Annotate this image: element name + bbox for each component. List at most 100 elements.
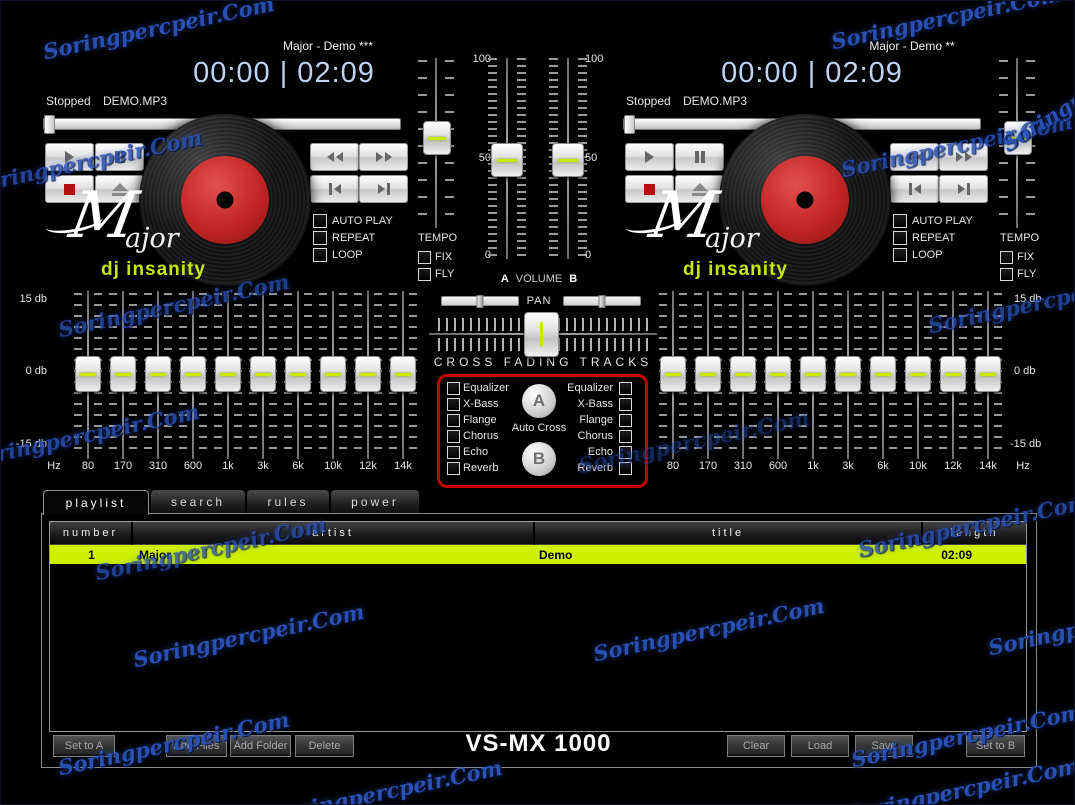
deck-a-repeat-checkbox[interactable] (313, 231, 327, 245)
eq-b-slider-80[interactable] (659, 291, 687, 459)
eq-a-slider-6k[interactable] (284, 291, 312, 459)
deck-b-repeat-checkbox[interactable] (893, 231, 907, 245)
tab-rules[interactable]: rules (247, 490, 329, 513)
set-to-a-button[interactable]: Set to A (53, 735, 115, 757)
column-header-title[interactable]: title (535, 522, 923, 545)
fx-a-xbass-checkbox[interactable] (447, 398, 460, 411)
eq-handle[interactable] (730, 356, 756, 392)
deck-a-fix-checkbox[interactable] (418, 251, 431, 264)
eq-a-slider-600[interactable] (179, 291, 207, 459)
deck-b-loop-checkbox[interactable] (893, 248, 907, 262)
eq-handle[interactable] (905, 356, 931, 392)
deck-b-fastforward-button[interactable] (939, 143, 988, 171)
eq-b-slider-6k[interactable] (869, 291, 897, 459)
add-folder-button[interactable]: Add Folder (230, 735, 291, 757)
eq-handle[interactable] (660, 356, 686, 392)
deck-b-pause-button[interactable] (675, 143, 724, 171)
column-header-number[interactable]: number (50, 522, 133, 545)
auto-cross-b-button[interactable]: B (522, 442, 556, 476)
pan-a-thumb[interactable] (476, 295, 484, 308)
eq-a-slider-3k[interactable] (249, 291, 277, 459)
eq-b-slider-310[interactable] (729, 291, 757, 459)
eq-a-slider-14k[interactable] (389, 291, 417, 459)
eq-handle[interactable] (75, 356, 101, 392)
deck-a-prev-button[interactable] (310, 175, 359, 203)
auto-cross-a-button[interactable]: A (522, 384, 556, 418)
eq-handle[interactable] (110, 356, 136, 392)
pan-a-slider[interactable] (441, 295, 519, 308)
deck-a-pause-button[interactable] (95, 143, 144, 171)
fx-a-reverb-checkbox[interactable] (447, 462, 460, 475)
deck-a-seek-thumb[interactable] (44, 115, 55, 134)
set-to-b-button[interactable]: Set to B (966, 735, 1025, 757)
column-header-artist[interactable]: artist (133, 522, 535, 545)
deck-b-prev-button[interactable] (890, 175, 939, 203)
fx-a-echo-checkbox[interactable] (447, 446, 460, 459)
fx-b-chorus-checkbox[interactable] (619, 430, 632, 443)
eq-handle[interactable] (390, 356, 416, 392)
eq-a-slider-80[interactable] (74, 291, 102, 459)
eq-handle[interactable] (835, 356, 861, 392)
eq-handle[interactable] (870, 356, 896, 392)
volume-a-handle[interactable] (491, 143, 523, 177)
load-button[interactable]: Load (791, 735, 849, 757)
eq-a-slider-310[interactable] (144, 291, 172, 459)
deck-b-play-button[interactable] (625, 143, 674, 171)
tab-playlist[interactable]: playlist (43, 490, 149, 515)
tab-power[interactable]: power (331, 490, 419, 513)
fx-b-xbass-checkbox[interactable] (619, 398, 632, 411)
deck-b-tempo-slider[interactable] (997, 58, 1037, 228)
fx-a-flange-checkbox[interactable] (447, 414, 460, 427)
fx-b-flange-checkbox[interactable] (619, 414, 632, 427)
eq-handle[interactable] (800, 356, 826, 392)
eq-a-slider-1k[interactable] (214, 291, 242, 459)
deck-a-next-button[interactable] (359, 175, 408, 203)
eq-handle[interactable] (695, 356, 721, 392)
crossfade-handle[interactable] (524, 312, 559, 357)
deck-a-fastforward-button[interactable] (359, 143, 408, 171)
pan-b-slider[interactable] (563, 295, 641, 308)
eq-a-slider-12k[interactable] (354, 291, 382, 459)
delete-button[interactable]: Delete (295, 735, 354, 757)
deck-b-tempo-handle[interactable] (1004, 121, 1032, 155)
playlist-row-selected[interactable]: 1 Major Demo 02:09 (50, 545, 1026, 564)
eq-b-slider-3k[interactable] (834, 291, 862, 459)
eq-handle[interactable] (975, 356, 1001, 392)
eq-b-slider-12k[interactable] (939, 291, 967, 459)
eq-handle[interactable] (355, 356, 381, 392)
clear-button[interactable]: Clear (727, 735, 785, 757)
eq-b-slider-14k[interactable] (974, 291, 1002, 459)
eq-b-slider-1k[interactable] (799, 291, 827, 459)
deck-a-loop-checkbox[interactable] (313, 248, 327, 262)
volume-a-slider[interactable] (485, 58, 529, 259)
eq-b-slider-600[interactable] (764, 291, 792, 459)
eq-a-slider-170[interactable] (109, 291, 137, 459)
eq-handle[interactable] (215, 356, 241, 392)
volume-b-handle[interactable] (552, 143, 584, 177)
eq-b-slider-170[interactable] (694, 291, 722, 459)
deck-b-autoplay-checkbox[interactable] (893, 214, 907, 228)
fx-b-echo-checkbox[interactable] (619, 446, 632, 459)
deck-a-tempo-handle[interactable] (423, 121, 451, 155)
deck-b-fly-checkbox[interactable] (1000, 268, 1013, 281)
eq-handle[interactable] (320, 356, 346, 392)
eq-b-slider-10k[interactable] (904, 291, 932, 459)
deck-b-seek-thumb[interactable] (624, 115, 635, 134)
save-button[interactable]: Save (855, 735, 913, 757)
pan-b-thumb[interactable] (598, 295, 606, 308)
deck-a-rewind-button[interactable] (310, 143, 359, 171)
fx-a-equalizer-checkbox[interactable] (447, 382, 460, 395)
column-header-length[interactable]: length (923, 522, 1026, 545)
fx-b-reverb-checkbox[interactable] (619, 462, 632, 475)
deck-a-autoplay-checkbox[interactable] (313, 214, 327, 228)
deck-b-fix-checkbox[interactable] (1000, 251, 1013, 264)
deck-a-play-button[interactable] (45, 143, 94, 171)
deck-b-rewind-button[interactable] (890, 143, 939, 171)
deck-a-tempo-slider[interactable] (416, 58, 456, 228)
deck-a-fly-checkbox[interactable] (418, 268, 431, 281)
eq-handle[interactable] (145, 356, 171, 392)
deck-b-next-button[interactable] (939, 175, 988, 203)
eq-handle[interactable] (250, 356, 276, 392)
eq-a-slider-10k[interactable] (319, 291, 347, 459)
add-files-button[interactable]: Add Files (166, 735, 227, 757)
